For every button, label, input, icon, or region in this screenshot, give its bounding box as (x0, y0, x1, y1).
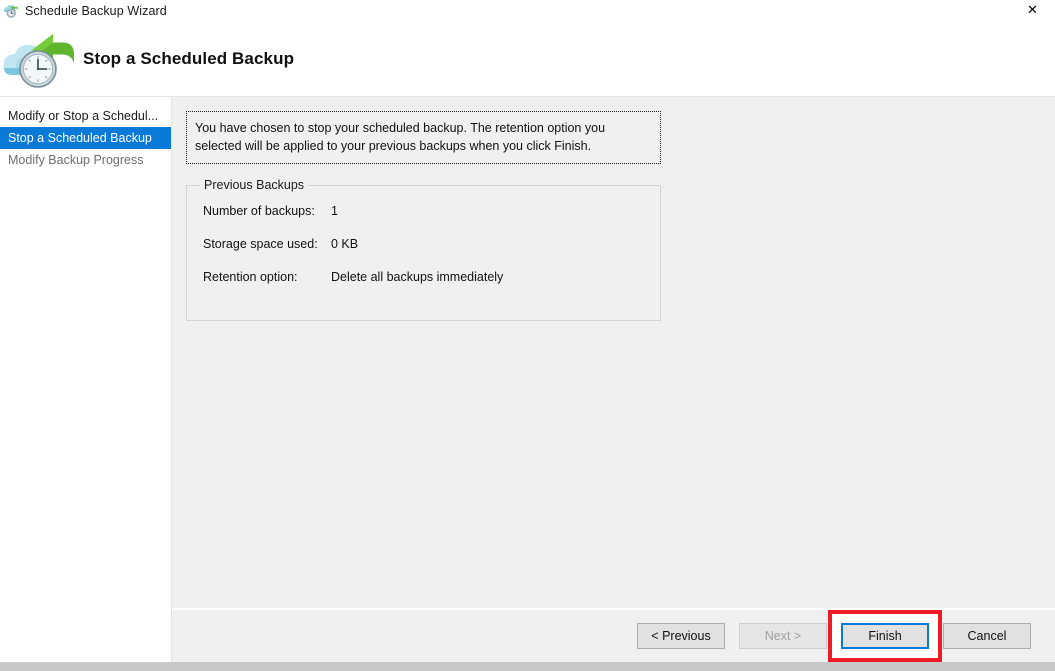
next-button: Next > (739, 623, 827, 649)
retention-option-value: Delete all backups immediately (331, 270, 503, 284)
finish-button[interactable]: Finish (841, 623, 929, 649)
wizard-footer: < Previous Next > Finish Cancel (172, 608, 1055, 662)
window-bottom-strip (0, 662, 1055, 671)
wizard-step-list: Modify or Stop a Schedul... Stop a Sched… (0, 97, 172, 662)
cancel-button[interactable]: Cancel (943, 623, 1031, 649)
sidebar-item-stop-scheduled-backup[interactable]: Stop a Scheduled Backup (0, 127, 171, 149)
sidebar-item-modify-or-stop[interactable]: Modify or Stop a Schedul... (0, 105, 171, 127)
field-row-number-of-backups: Number of backups: 1 (187, 204, 660, 237)
info-message: You have chosen to stop your scheduled b… (186, 111, 661, 164)
field-row-retention-option: Retention option: Delete all backups imm… (187, 270, 660, 303)
page-title: Stop a Scheduled Backup (83, 49, 294, 69)
window-title: Schedule Backup Wizard (25, 4, 167, 18)
previous-button[interactable]: < Previous (637, 623, 725, 649)
backup-clock-icon (3, 3, 19, 19)
number-of-backups-label: Number of backups: (203, 204, 331, 218)
storage-space-used-label: Storage space used: (203, 237, 331, 251)
previous-backups-group: Previous Backups Number of backups: 1 St… (186, 185, 661, 321)
retention-option-label: Retention option: (203, 270, 331, 284)
previous-backups-legend: Previous Backups (200, 178, 308, 192)
close-glyph: ✕ (1027, 4, 1038, 17)
sidebar-item-modify-backup-progress[interactable]: Modify Backup Progress (0, 149, 171, 171)
field-row-storage-space-used: Storage space used: 0 KB (187, 237, 660, 270)
number-of-backups-value: 1 (331, 204, 338, 218)
close-icon[interactable]: ✕ (1010, 0, 1055, 21)
cloud-backup-clock-icon (2, 28, 74, 90)
wizard-body: Modify or Stop a Schedul... Stop a Sched… (0, 97, 1055, 662)
wizard-header: Stop a Scheduled Backup (0, 21, 1055, 97)
schedule-backup-wizard-window: Schedule Backup Wizard ✕ (0, 0, 1055, 671)
wizard-content: You have chosen to stop your scheduled b… (172, 97, 1055, 608)
wizard-content-area: You have chosen to stop your scheduled b… (172, 97, 1055, 662)
finish-button-wrapper: Finish (841, 623, 929, 649)
title-bar: Schedule Backup Wizard ✕ (0, 0, 1055, 21)
storage-space-used-value: 0 KB (331, 237, 358, 251)
